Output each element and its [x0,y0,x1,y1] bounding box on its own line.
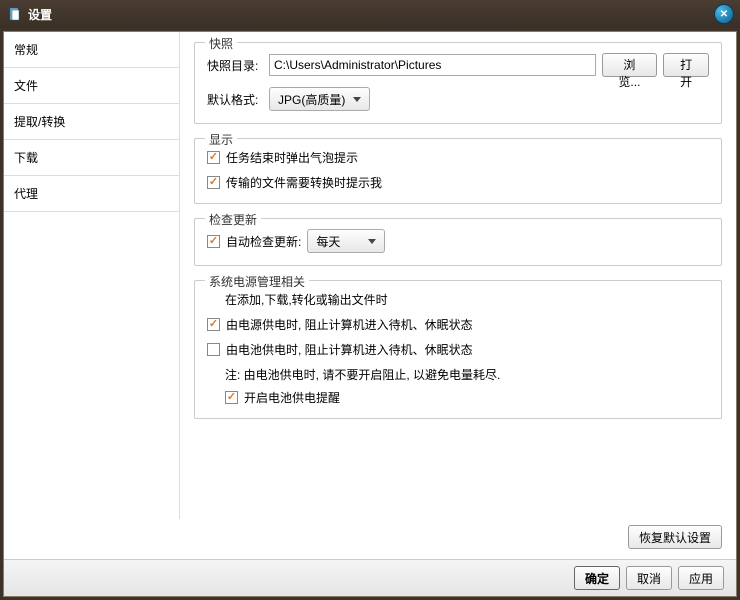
cancel-button[interactable]: 取消 [626,566,672,590]
window-title: 设置 [28,6,52,23]
snapshot-dir-input[interactable] [269,54,596,76]
battery-remind-label: 开启电池供电提醒 [244,389,340,406]
convert-checkbox[interactable] [207,176,220,189]
tab-label: 常规 [14,43,38,57]
open-button[interactable]: 打开 [663,53,709,77]
group-legend: 显示 [205,131,237,148]
content: 常规 文件 提取/转换 下载 代理 快照 快照目录: 浏览... 打开 [3,31,737,597]
tab-proxy[interactable]: 代理 [4,176,179,212]
tab-label: 下载 [14,151,38,165]
settings-panel: 快照 快照目录: 浏览... 打开 默认格式: JPG(高质量) 显示 [180,32,736,519]
auto-update-label: 自动检查更新: [226,233,301,250]
restore-defaults-button[interactable]: 恢复默认设置 [628,525,722,549]
tab-label: 文件 [14,79,38,93]
battery-power-label: 由电池供电时, 阻止计算机进入待机、休眠状态 [226,341,473,358]
sidebar: 常规 文件 提取/转换 下载 代理 [4,32,180,519]
tab-download[interactable]: 下载 [4,140,179,176]
balloon-label: 任务结束时弹出气泡提示 [226,149,358,166]
panel-footer: 恢复默认设置 [4,519,736,559]
format-label: 默认格式: [207,91,263,108]
tab-label: 代理 [14,187,38,201]
close-button[interactable]: ✕ [714,4,734,24]
group-legend: 系统电源管理相关 [205,273,309,290]
titlebar: 设置 ✕ [0,0,740,28]
tab-general[interactable]: 常规 [4,32,179,68]
auto-update-checkbox[interactable] [207,235,220,248]
select-value: 每天 [316,233,340,250]
balloon-checkbox[interactable] [207,151,220,164]
format-select[interactable]: JPG(高质量) [269,87,370,111]
tab-file[interactable]: 文件 [4,68,179,104]
group-legend: 检查更新 [205,211,261,228]
group-legend: 快照 [205,35,237,52]
dialog-footer: 确定 取消 应用 [4,559,736,596]
tab-extract-convert[interactable]: 提取/转换 [4,104,179,140]
battery-power-checkbox[interactable] [207,343,220,356]
select-value: JPG(高质量) [278,91,345,108]
ac-power-checkbox[interactable] [207,318,220,331]
main-area: 常规 文件 提取/转换 下载 代理 快照 快照目录: 浏览... 打开 [4,32,736,519]
browse-button[interactable]: 浏览... [602,53,658,77]
battery-remind-checkbox[interactable] [225,391,238,404]
ac-power-label: 由电源供电时, 阻止计算机进入待机、休眠状态 [226,316,473,333]
power-desc: 在添加,下载,转化或输出文件时 [225,291,709,308]
update-group: 检查更新 自动检查更新: 每天 [194,218,722,266]
settings-window: 设置 ✕ 常规 文件 提取/转换 下载 代理 快照 快照目录: [0,0,740,600]
convert-label: 传输的文件需要转换时提示我 [226,174,382,191]
update-frequency-select[interactable]: 每天 [307,229,385,253]
power-group: 系统电源管理相关 在添加,下载,转化或输出文件时 由电源供电时, 阻止计算机进入… [194,280,722,419]
ok-button[interactable]: 确定 [574,566,620,590]
power-note: 注: 由电池供电时, 请不要开启阻止, 以避免电量耗尽. [225,366,709,383]
apply-button[interactable]: 应用 [678,566,724,590]
tab-label: 提取/转换 [14,115,65,129]
snapshot-group: 快照 快照目录: 浏览... 打开 默认格式: JPG(高质量) [194,42,722,124]
display-group: 显示 任务结束时弹出气泡提示 传输的文件需要转换时提示我 [194,138,722,204]
snapshot-dir-label: 快照目录: [207,57,263,74]
app-icon [8,7,22,21]
